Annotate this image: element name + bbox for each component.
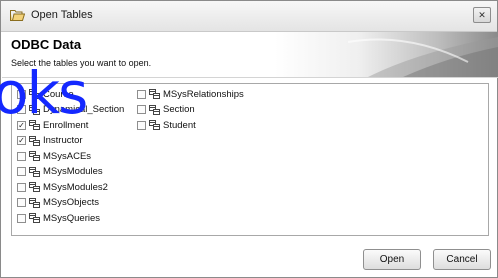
table-list-item[interactable]: MSysModules2 — [17, 180, 108, 194]
table-checkbox[interactable] — [17, 89, 26, 99]
open-button[interactable]: Open — [363, 249, 421, 270]
table-list-item[interactable]: MSysRelationships — [137, 87, 244, 101]
table-checkbox[interactable] — [137, 89, 146, 99]
folder-open-icon — [10, 10, 25, 21]
table-icon — [29, 197, 40, 208]
table-checkbox[interactable] — [17, 198, 26, 207]
title-bar: Open Tables ✕ — [1, 1, 497, 32]
table-icon — [29, 104, 40, 115]
table-checkbox[interactable] — [17, 213, 26, 223]
table-name-label: Enrollment — [43, 119, 89, 131]
table-icon — [29, 182, 40, 192]
table-checkbox[interactable] — [17, 105, 26, 114]
table-name-label: MSysACEs — [43, 150, 92, 162]
table-name-label: MSysObjects — [43, 197, 99, 208]
table-list-item[interactable]: Section — [137, 103, 195, 117]
cancel-button[interactable]: Cancel — [433, 249, 491, 270]
table-list-item[interactable]: ✓ Enrollment — [17, 118, 88, 132]
table-name-label: MSysModules — [43, 166, 103, 177]
table-checkbox[interactable]: ✓ — [17, 136, 26, 145]
table-icon — [149, 120, 160, 130]
table-name-label: Course — [43, 88, 74, 100]
table-name-label: MSysRelationships — [163, 88, 244, 100]
table-checkbox[interactable] — [17, 151, 26, 161]
table-icon — [29, 166, 40, 177]
table-list-item[interactable]: Course — [17, 87, 74, 101]
table-list-item[interactable]: Dynamical_Section — [17, 103, 124, 117]
table-icon — [29, 135, 40, 146]
table-checkbox[interactable] — [17, 182, 26, 192]
tables-list[interactable]: Course Dynamical_Section ✓ Enrollment ✓ Instr… — [11, 83, 489, 236]
table-name-label: Dynamical_Section — [43, 104, 125, 115]
table-name-label: Section — [163, 104, 195, 115]
page-heading: ODBC Data — [11, 37, 82, 52]
table-checkbox[interactable] — [17, 167, 26, 176]
table-name-label: Student — [163, 119, 196, 131]
table-icon — [29, 120, 40, 130]
table-list-item[interactable]: MSysModules — [17, 165, 103, 179]
table-icon — [29, 89, 40, 99]
table-list-item[interactable]: MSysQueries — [17, 211, 100, 225]
table-checkbox[interactable] — [137, 120, 146, 130]
table-icon — [149, 104, 160, 115]
table-name-label: MSysModules2 — [43, 181, 108, 193]
banner-graphic — [348, 37, 498, 77]
table-name-label: Instructor — [43, 135, 83, 146]
table-checkbox[interactable]: ✓ — [17, 120, 26, 130]
table-list-item[interactable]: MSysACEs — [17, 149, 91, 163]
window-title: Open Tables — [31, 9, 93, 21]
table-icon — [29, 151, 40, 161]
table-icon — [149, 89, 160, 99]
table-list-item[interactable]: MSysObjects — [17, 196, 99, 210]
table-name-label: MSysQueries — [43, 212, 101, 224]
table-checkbox[interactable] — [137, 105, 146, 114]
open-tables-dialog: Open Tables ✕ ODBC Data Select the table… — [0, 0, 498, 278]
table-list-item[interactable]: ✓ Instructor — [17, 134, 83, 148]
instruction-text: Select the tables you want to open. — [11, 58, 152, 68]
table-list-item[interactable]: Student — [137, 118, 196, 132]
close-button[interactable]: ✕ — [473, 7, 491, 23]
table-icon — [29, 213, 40, 223]
